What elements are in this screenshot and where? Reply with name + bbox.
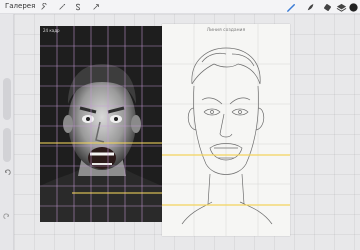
wrench-icon[interactable] bbox=[38, 0, 50, 14]
top-toolbar: Галерея bbox=[0, 0, 360, 14]
drawing-canvas[interactable]: 24 кадр Линия создания bbox=[14, 14, 360, 250]
brush-size-slider[interactable] bbox=[3, 78, 11, 120]
magic-wand-icon[interactable] bbox=[56, 0, 68, 14]
color-swatch-icon[interactable] bbox=[346, 0, 360, 14]
eraser-icon[interactable] bbox=[320, 0, 334, 14]
modify-button[interactable] bbox=[2, 144, 12, 154]
gallery-button[interactable]: Галерея bbox=[5, 2, 35, 10]
left-sidebar bbox=[0, 14, 14, 250]
smudge-icon[interactable] bbox=[303, 0, 317, 14]
guide-lines-overlay bbox=[40, 142, 162, 194]
transform-arrow-icon[interactable] bbox=[90, 0, 102, 14]
selection-s-icon[interactable] bbox=[72, 0, 84, 14]
redo-icon[interactable] bbox=[2, 212, 12, 222]
undo-icon[interactable] bbox=[2, 168, 12, 178]
brush-icon[interactable] bbox=[284, 0, 298, 14]
